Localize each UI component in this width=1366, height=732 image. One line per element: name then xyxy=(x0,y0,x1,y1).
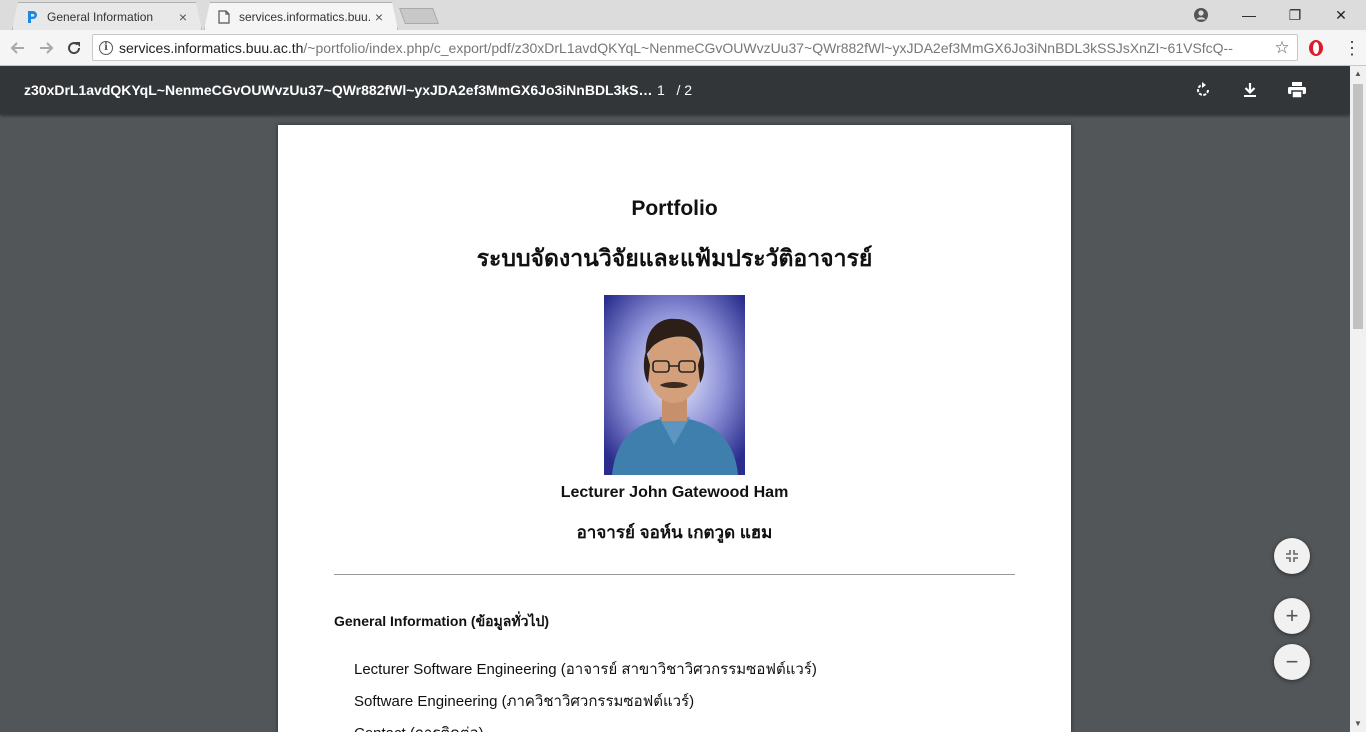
scroll-thumb[interactable] xyxy=(1353,84,1363,329)
info-line-department: Software Engineering (ภาควิชาวิศวกรรมซอฟ… xyxy=(354,693,695,710)
profile-icon[interactable] xyxy=(1178,0,1224,30)
url-path: /~portfolio/index.php/c_export/pdf/z30xD… xyxy=(303,39,1233,56)
back-arrow-icon[interactable] xyxy=(6,36,30,60)
tab-close-icon[interactable]: × xyxy=(175,9,191,25)
info-line-position: Lecturer Software Engineering (อาจารย์ ส… xyxy=(354,661,817,678)
divider xyxy=(334,574,1015,575)
document-heading: Portfolio xyxy=(631,197,718,220)
page-indicator: 1 / 2 xyxy=(657,82,692,98)
document-favicon-icon xyxy=(217,9,231,24)
pdf-toolbar: z30xDrL1avdQKYqL~NenmeCGvOUWvzUu37~QWr88… xyxy=(0,66,1350,114)
tab-title: services.informatics.buu.a xyxy=(239,9,371,24)
portfolio-favicon-icon xyxy=(25,10,39,24)
zoom-out-button[interactable]: − xyxy=(1274,644,1310,680)
info-icon[interactable]: i xyxy=(99,40,113,55)
scroll-up-arrow-icon[interactable]: ▲ xyxy=(1350,66,1366,82)
pdf-document-title: z30xDrL1avdQKYqL~NenmeCGvOUWvzUu37~QWr88… xyxy=(24,82,656,98)
print-icon[interactable] xyxy=(1285,78,1309,102)
page-scrollbar[interactable]: ▲ ▼ xyxy=(1350,66,1366,732)
lecturer-name-english: Lecturer John Gatewood Ham xyxy=(560,484,789,501)
rotate-icon[interactable] xyxy=(1191,78,1215,102)
fit-to-page-button[interactable] xyxy=(1274,538,1310,574)
browser-toolbar: i services.informatics.buu.ac.th /~portf… xyxy=(0,30,1366,66)
download-icon[interactable] xyxy=(1238,78,1262,102)
zoom-in-button[interactable]: + xyxy=(1274,598,1310,634)
fit-to-page-icon xyxy=(1286,550,1298,562)
close-window-button[interactable]: ✕ xyxy=(1318,0,1364,30)
bookmark-star-icon[interactable]: ☆ xyxy=(1271,38,1293,58)
lecturer-name-thai: อาจารย์ จอห์น เกตวูด แฮม xyxy=(576,523,773,542)
new-tab-button[interactable] xyxy=(399,8,439,24)
tab-close-icon[interactable]: × xyxy=(371,9,387,25)
tab-general-information[interactable]: General Information × xyxy=(12,2,202,30)
total-pages: / 2 xyxy=(676,82,693,98)
forward-arrow-icon[interactable] xyxy=(34,36,58,60)
reload-icon[interactable] xyxy=(62,36,86,60)
section-title: General Information (ข้อมูลทั่วไป) xyxy=(334,613,550,629)
restore-button[interactable]: ❐ xyxy=(1272,0,1318,30)
url-host: services.informatics.buu.ac.th xyxy=(119,39,304,56)
lecturer-photo xyxy=(604,295,745,475)
minimize-button[interactable]: — xyxy=(1226,0,1272,30)
document-subheading: ระบบจัดงานวิจัยและแฟ้มประวัติอาจารย์ xyxy=(476,245,873,271)
menu-kebab-icon[interactable]: ⋮ xyxy=(1340,36,1364,60)
current-page-number[interactable]: 1 xyxy=(657,82,665,98)
tab-strip: General Information × services.informati… xyxy=(0,0,1366,30)
pdf-page: Portfolio ระบบจัดงานวิจัยและแฟ้มประวัติอ… xyxy=(278,125,1071,732)
opera-extension-icon[interactable] xyxy=(1304,36,1328,60)
info-line-contact: Contact (การติดต่อ) xyxy=(354,721,484,732)
address-bar[interactable]: i services.informatics.buu.ac.th /~portf… xyxy=(92,34,1298,61)
tab-services-informatics[interactable]: services.informatics.buu.a × xyxy=(204,2,398,30)
scroll-down-arrow-icon[interactable]: ▼ xyxy=(1350,716,1366,732)
tab-title: General Information xyxy=(47,9,154,24)
